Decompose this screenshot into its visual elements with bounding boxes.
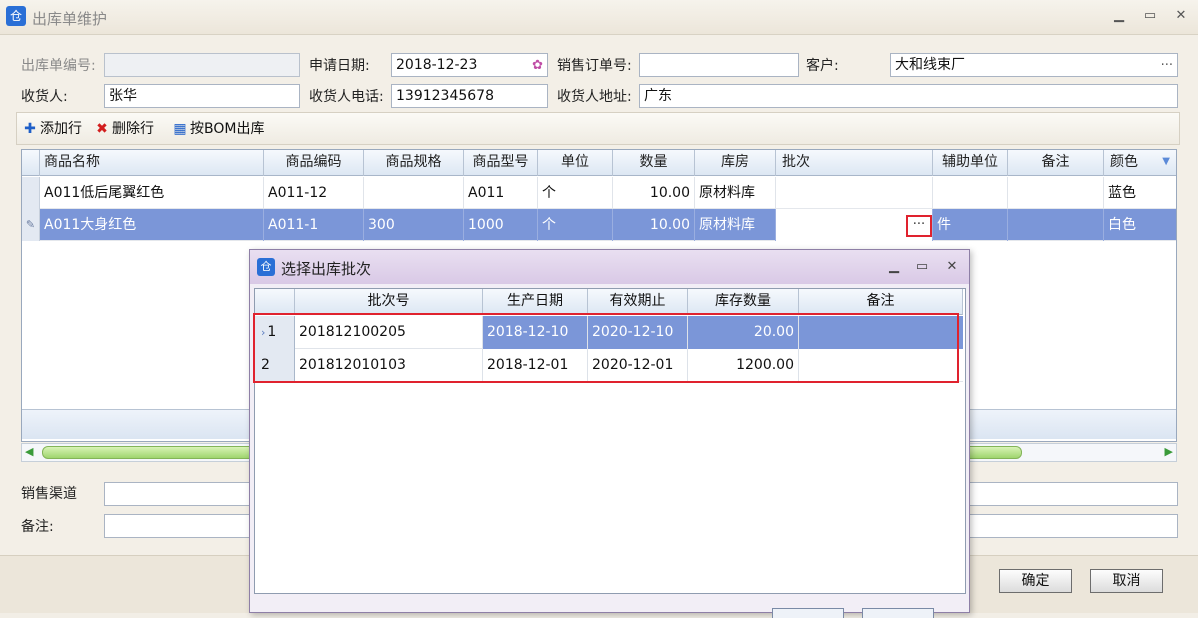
- col-batch-no[interactable]: 批次号: [295, 289, 483, 315]
- phone-label: 收货人电话:: [309, 89, 384, 105]
- batch-rows-highlight: [253, 313, 959, 383]
- table-row-selected[interactable]: ✎ A011大身红色 A011-1 300 1000 个 10.00 原材料库 …: [22, 209, 1176, 241]
- customer-field[interactable]: 大和线束厂 ···: [890, 53, 1178, 77]
- col-stock[interactable]: 库存数量: [688, 289, 799, 315]
- apply-date-field[interactable]: 2018-12-23 ✿: [391, 53, 548, 77]
- cell-name[interactable]: A011低后尾翼红色: [40, 177, 264, 209]
- customer-label: 客户:: [806, 58, 839, 74]
- sales-order-field[interactable]: [639, 53, 799, 77]
- table-row[interactable]: A011低后尾翼红色 A011-12 A011 个 10.00 原材料库 蓝色: [22, 177, 1176, 209]
- cell-code[interactable]: A011-12: [264, 177, 364, 209]
- phone-field[interactable]: 13912345678: [391, 84, 548, 108]
- cell-color[interactable]: 蓝色: [1104, 177, 1176, 209]
- remark-label: 备注:: [21, 519, 54, 535]
- cell-model[interactable]: A011: [464, 177, 538, 209]
- cell-store[interactable]: 原材料库: [695, 177, 776, 209]
- delete-row-button[interactable]: ✖ 删除行: [95, 120, 154, 138]
- address-label: 收货人地址:: [557, 89, 632, 105]
- dropdown-icon: ▼: [1162, 156, 1170, 167]
- cell-remark[interactable]: [1008, 177, 1104, 209]
- cell-qty[interactable]: 10.00: [613, 177, 695, 209]
- dialog-title: 选择出库批次: [281, 260, 372, 278]
- batch-header-corner: [255, 289, 295, 315]
- maximize-icon[interactable]: ▭: [1141, 8, 1159, 24]
- customer-value: 大和线束厂: [895, 57, 965, 73]
- customer-lookup-button[interactable]: ···: [1161, 55, 1173, 77]
- dialog-title-bar: 仓 选择出库批次 ▁ ▭ ✕: [250, 250, 969, 284]
- cell-batch[interactable]: [776, 177, 933, 209]
- calendar-icon[interactable]: ✿: [532, 55, 543, 77]
- plus-icon: ✚: [24, 121, 36, 137]
- col-spec[interactable]: 商品规格: [364, 150, 464, 176]
- bom-out-button[interactable]: ▦ 按BOM出库: [173, 120, 264, 138]
- dialog-ok-button[interactable]: [772, 608, 844, 618]
- cell-code[interactable]: A011-1: [264, 209, 364, 241]
- cell-model[interactable]: 1000: [464, 209, 538, 241]
- row-indicator[interactable]: [22, 177, 40, 209]
- col-model[interactable]: 商品型号: [464, 150, 538, 176]
- receiver-label: 收货人:: [21, 89, 68, 105]
- cell-unit[interactable]: 个: [538, 177, 613, 209]
- cancel-button[interactable]: 取消: [1090, 569, 1163, 593]
- col-prod-date[interactable]: 生产日期: [483, 289, 588, 315]
- cell-aux-unit[interactable]: [933, 177, 1008, 209]
- cell-store[interactable]: 原材料库: [695, 209, 776, 241]
- minimize-icon[interactable]: ▁: [1110, 8, 1128, 24]
- cell-name[interactable]: A011大身红色: [40, 209, 264, 241]
- receiver-field[interactable]: 张华: [104, 84, 300, 108]
- cell-remark[interactable]: [1008, 209, 1104, 241]
- col-unit[interactable]: 单位: [538, 150, 613, 176]
- col-name[interactable]: 商品名称: [40, 150, 264, 176]
- col-batch-remark[interactable]: 备注: [799, 289, 963, 315]
- cell-color[interactable]: 白色: [1104, 209, 1176, 241]
- window-title: 出库单维护: [32, 10, 108, 28]
- grid-toolbar: ✚ 添加行 ✖ 删除行 ▦ 按BOM出库: [16, 112, 1180, 145]
- apply-date-value: 2018-12-23: [396, 57, 478, 73]
- col-color-label: 颜色: [1110, 154, 1138, 170]
- cell-aux-unit[interactable]: 件: [933, 209, 1008, 241]
- col-remark[interactable]: 备注: [1008, 150, 1104, 176]
- col-color[interactable]: 颜色 ▼: [1104, 150, 1176, 176]
- order-no-label: 出库单编号:: [21, 58, 96, 74]
- channel-label: 销售渠道: [21, 486, 77, 502]
- dialog-minimize-icon[interactable]: ▁: [886, 259, 902, 274]
- app-icon: 仓: [6, 6, 26, 26]
- sales-order-label: 销售订单号:: [557, 58, 632, 74]
- delete-row-label: 删除行: [112, 121, 154, 137]
- cell-spec[interactable]: 300: [364, 209, 464, 241]
- col-qty[interactable]: 数量: [613, 150, 695, 176]
- dialog-app-icon: 仓: [257, 258, 275, 276]
- select-batch-dialog: 仓 选择出库批次 ▁ ▭ ✕ 批次号 生产日期 有效期止 库存数量 备注 › 1 …: [249, 249, 970, 613]
- address-field[interactable]: 广东: [639, 84, 1178, 108]
- scroll-right-icon[interactable]: ▶: [1165, 445, 1173, 458]
- col-store[interactable]: 库房: [695, 150, 776, 176]
- edit-pencil-icon[interactable]: ✎: [22, 209, 40, 241]
- col-aux-unit[interactable]: 辅助单位: [933, 150, 1008, 176]
- bom-out-label: 按BOM出库: [190, 121, 265, 137]
- ok-button[interactable]: 确定: [999, 569, 1072, 593]
- title-bar: 仓 出库单维护 ▁ ▭ ✕: [0, 0, 1198, 35]
- cell-qty[interactable]: 10.00: [613, 209, 695, 241]
- add-row-label: 添加行: [40, 121, 82, 137]
- col-exp-date[interactable]: 有效期止: [588, 289, 688, 315]
- close-icon[interactable]: ✕: [1172, 8, 1190, 24]
- cell-spec[interactable]: [364, 177, 464, 209]
- dialog-maximize-icon[interactable]: ▭: [914, 259, 930, 274]
- delete-icon: ✖: [96, 121, 108, 137]
- apply-date-label: 申请日期:: [309, 58, 370, 74]
- col-code[interactable]: 商品编码: [264, 150, 364, 176]
- dialog-cancel-button[interactable]: [862, 608, 934, 618]
- grid-header: 商品名称 商品编码 商品规格 商品型号 单位 数量 库房 批次 辅助单位 备注 …: [22, 150, 1176, 176]
- table-icon: ▦: [173, 121, 187, 137]
- header-corner: [22, 150, 40, 176]
- add-row-button[interactable]: ✚ 添加行: [23, 120, 82, 138]
- dialog-close-icon[interactable]: ✕: [944, 259, 960, 274]
- col-batch[interactable]: 批次: [776, 150, 933, 176]
- order-no-field[interactable]: [104, 53, 300, 77]
- cell-unit[interactable]: 个: [538, 209, 613, 241]
- scroll-left-icon[interactable]: ◀: [25, 445, 33, 458]
- batch-lookup-button[interactable]: ···: [906, 215, 932, 237]
